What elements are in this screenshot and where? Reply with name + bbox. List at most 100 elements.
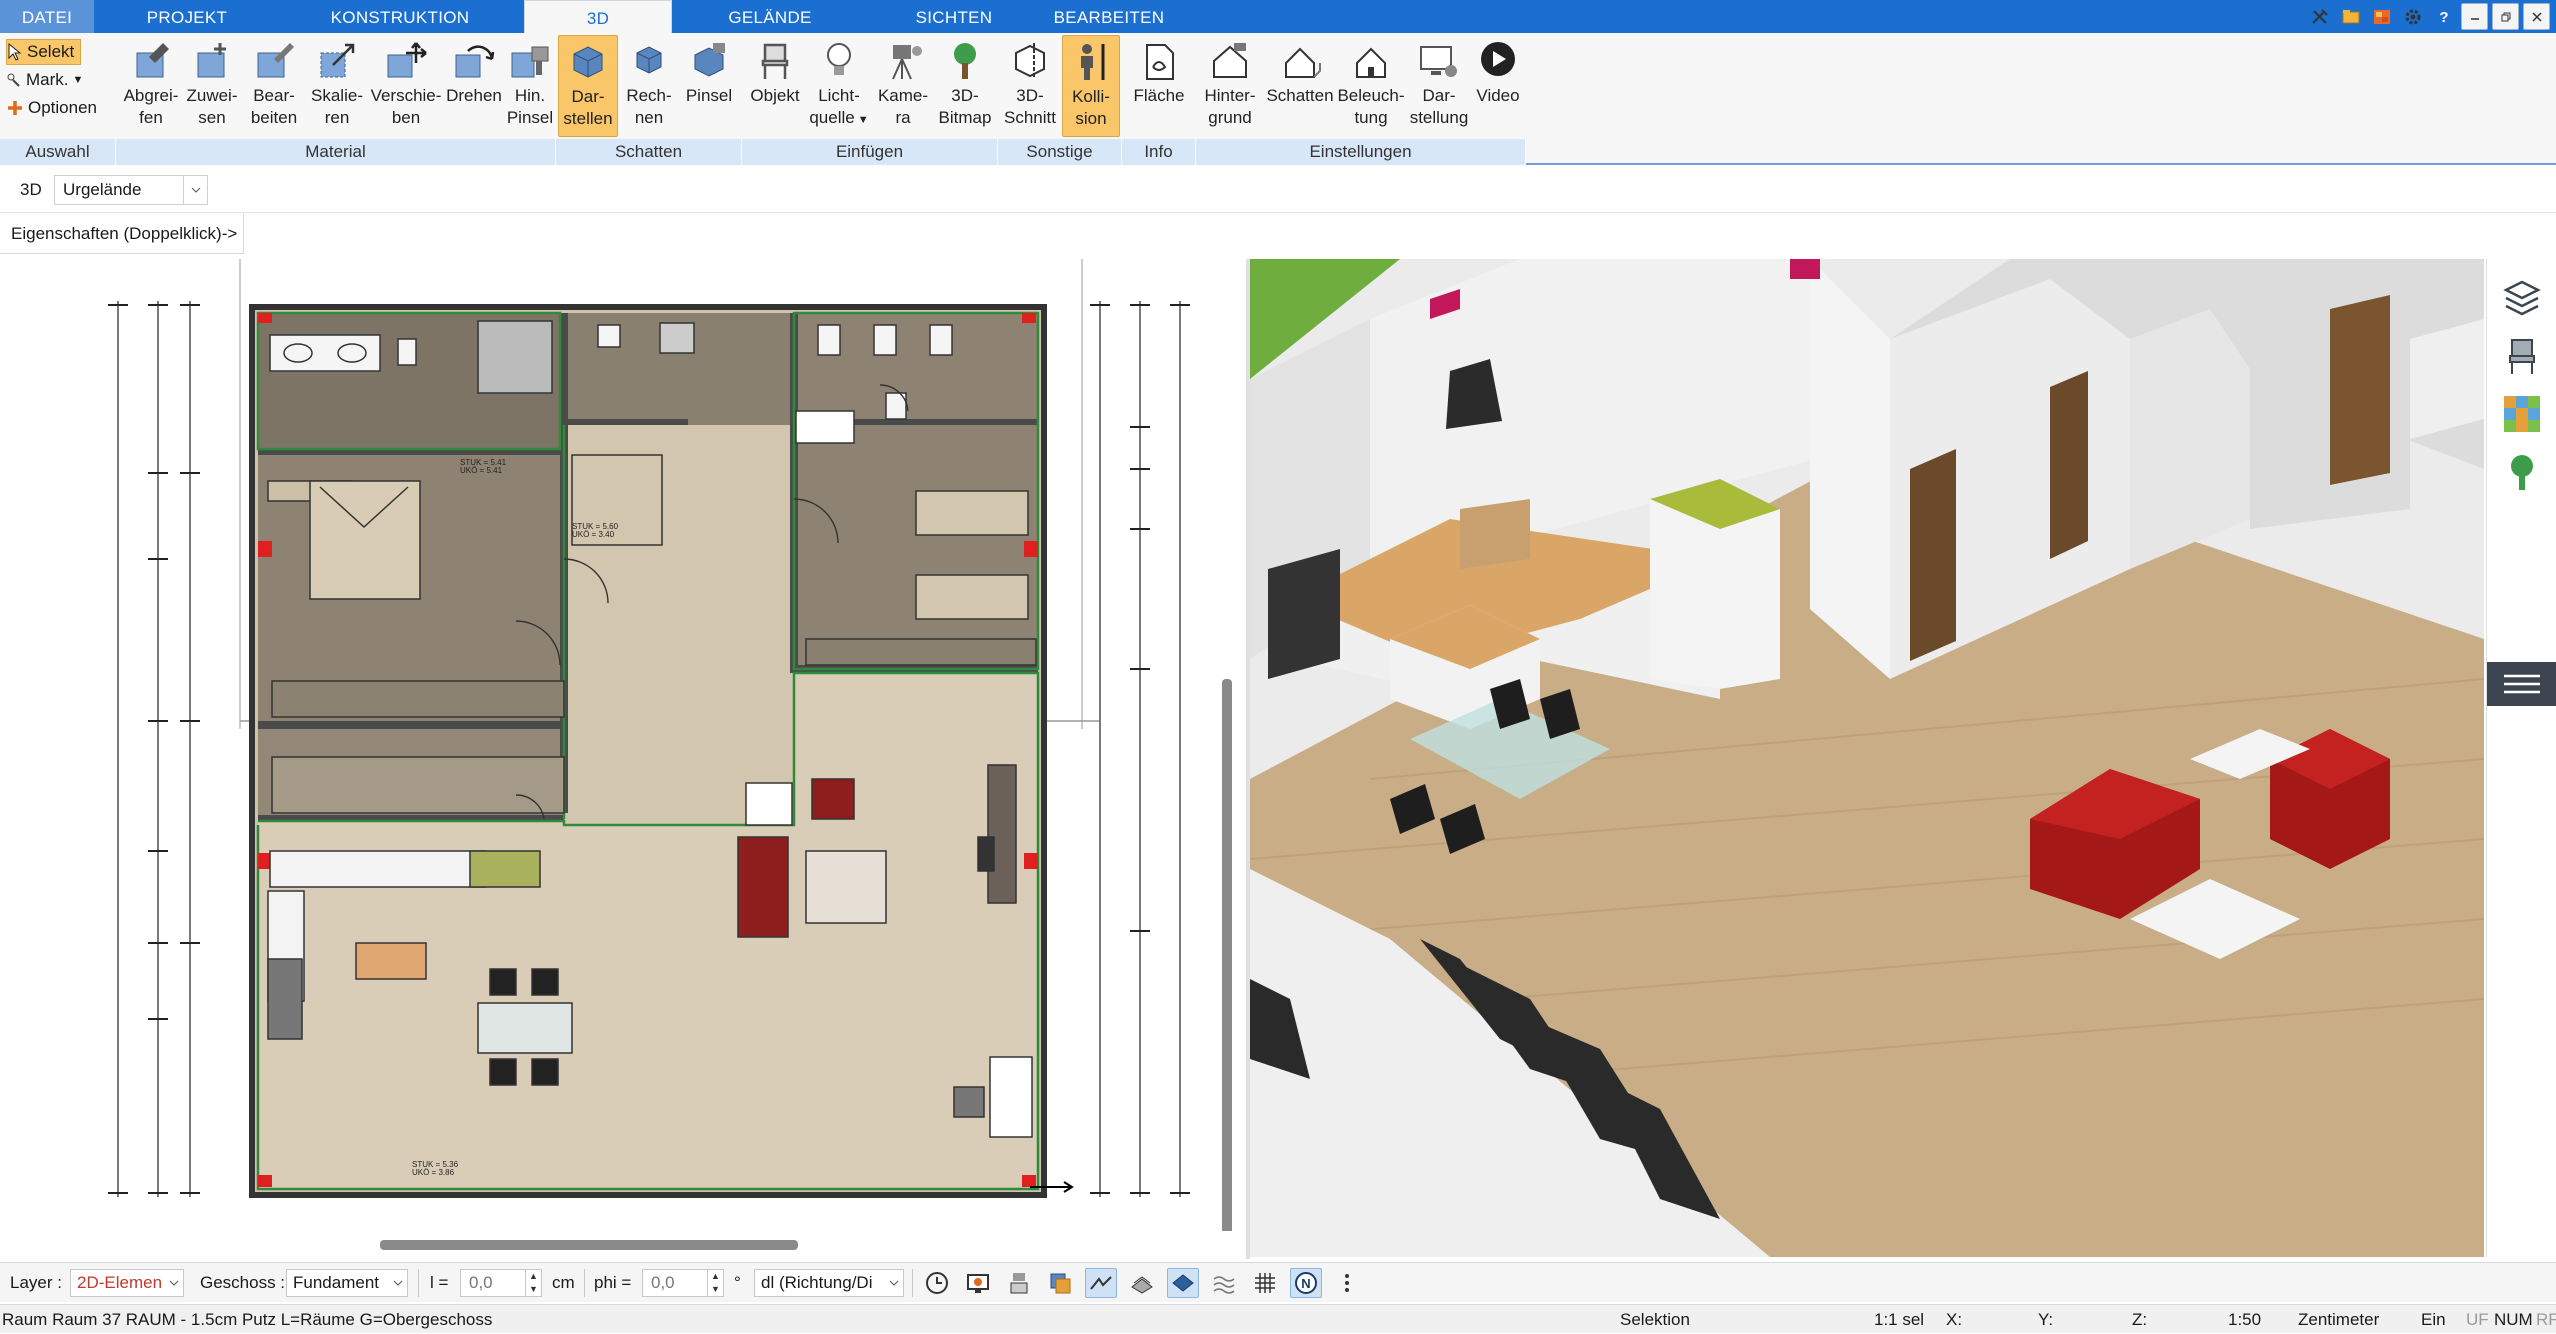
layer-stack-icon[interactable] (1044, 1268, 1076, 1298)
video-button[interactable]: Video (1472, 35, 1524, 137)
view-toolbar: 3D Urgelände (0, 167, 2556, 213)
status-z: Z: (2132, 1310, 2148, 1329)
length-input[interactable]: 0,0 ▲ ▼ (460, 1269, 542, 1297)
select-button[interactable]: Selekt (6, 39, 82, 65)
area-doc-icon (1146, 44, 1174, 80)
section-cube-icon (1015, 43, 1045, 79)
background-button[interactable]: Hinter- grund (1198, 35, 1262, 137)
folder-icon[interactable] (2337, 3, 2364, 30)
chevron-down-icon[interactable] (389, 1270, 407, 1296)
help-icon[interactable]: ? (2430, 3, 2457, 30)
mark-button[interactable]: Mark. ▼ (6, 67, 89, 93)
options-label: Optionen (28, 98, 97, 117)
hatch-icon[interactable] (1126, 1268, 1158, 1298)
eyedropper-icon (136, 43, 169, 78)
area-button[interactable]: Fläche (1126, 35, 1192, 137)
chevron-down-icon[interactable] (165, 1270, 183, 1296)
tab-projekt[interactable]: PROJEKT (118, 0, 256, 33)
move-material-button[interactable]: Verschie- ben (368, 35, 444, 137)
close-icon[interactable] (2523, 3, 2550, 30)
lighting-button[interactable]: Beleuch- tung (1336, 35, 1406, 137)
restore-icon[interactable] (2492, 3, 2519, 30)
tab-3d[interactable]: 3D (524, 0, 672, 34)
chevron-down-icon[interactable] (885, 1270, 903, 1296)
shadow-brush-button[interactable]: Pinsel (678, 35, 740, 137)
plants-icon[interactable] (2499, 449, 2545, 495)
shadow-settings-button[interactable]: Schatten (1264, 35, 1336, 137)
hint-brush-button[interactable]: Hin. Pinsel (504, 35, 556, 137)
edit-material-button[interactable]: Bear- beiten (242, 35, 306, 137)
angle-input[interactable]: 0,0 ▲ ▼ (642, 1269, 724, 1297)
layers-icon[interactable] (2499, 275, 2545, 321)
lightbulb-icon (827, 43, 851, 75)
settings-icon[interactable] (2399, 3, 2426, 30)
tab-gelaende[interactable]: GELÄNDE (700, 0, 840, 33)
floor-select[interactable]: Fundament (286, 1269, 408, 1297)
group-label-info: Info (1122, 139, 1196, 165)
floor-plan-2d[interactable]: STUK = 5.41 UKÖ = 5.41 STUK = 5.60 UKÖ =… (0, 259, 1240, 1231)
angle-spinner[interactable]: ▲ ▼ (707, 1270, 723, 1296)
hamburger-menu-icon[interactable] (2487, 662, 2556, 706)
pick-material-button[interactable]: Abgrei- fen (120, 35, 182, 137)
assign-material-button[interactable]: Zuwei- sen (182, 35, 242, 137)
materials-icon[interactable] (2499, 391, 2545, 437)
group-info: Fläche Info (1122, 33, 1196, 165)
scale-material-button[interactable]: Skalie- ren (306, 35, 368, 137)
properties-button[interactable]: Eigenschaften (Doppelklick)-> (0, 214, 244, 254)
edit-material-l1: Bear- (253, 86, 295, 105)
direction-select[interactable]: dl (Richtung/Di (754, 1269, 904, 1297)
display-settings-button[interactable]: Dar- stellung (1406, 35, 1472, 137)
separator (418, 1269, 419, 1297)
status-y: Y: (2038, 1310, 2054, 1329)
wave-icon[interactable] (1208, 1268, 1240, 1298)
minimize-icon[interactable] (2461, 3, 2488, 30)
plan-horizontal-scrollbar[interactable] (380, 1240, 798, 1250)
section-3d-l1: 3D- (1016, 86, 1044, 105)
layer-select[interactable]: 2D-Elemen (70, 1269, 184, 1297)
assign-material-l2: sen (198, 108, 226, 127)
chair-library-icon[interactable] (2499, 333, 2545, 379)
show-shadow-button[interactable]: Dar- stellen (558, 35, 618, 137)
tab-konstruktion[interactable]: KONSTRUKTION (316, 0, 484, 33)
options-button[interactable]: Optionen (6, 95, 103, 121)
terrain-select[interactable]: Urgelände (54, 175, 208, 205)
compute-shadow-button[interactable]: Rech- nen (620, 35, 678, 137)
plan-vertical-scrollbar[interactable] (1222, 679, 1232, 1231)
view-3d[interactable] (1250, 259, 2484, 1257)
length-unit: cm (552, 1273, 575, 1292)
house-shadow-icon (1285, 47, 1321, 78)
grid-icon[interactable] (1249, 1268, 1281, 1298)
tab-bearbeiten[interactable]: BEARBEITEN (1044, 0, 1174, 33)
ribbon: Selekt Mark. ▼ Optionen Auswahl Abgrei- … (0, 33, 2556, 165)
plane-view-icon[interactable] (1167, 1268, 1199, 1298)
palette-icon[interactable] (2368, 3, 2395, 30)
bitmap-3d-button[interactable]: 3D- Bitmap (934, 35, 996, 137)
rotate-material-button[interactable]: Drehen (444, 35, 504, 137)
length-value: 0,0 (469, 1273, 493, 1292)
snap-icon[interactable] (1003, 1268, 1035, 1298)
menu-bar: DATEI PROJEKT KONSTRUKTION 3D GELÄNDE SI… (0, 0, 2556, 34)
clock-icon[interactable] (921, 1268, 953, 1298)
show-shadow-l2: stellen (563, 109, 613, 128)
collision-button[interactable]: Kolli- sion (1062, 35, 1120, 137)
group-material: Abgrei- fen Zuwei- sen Bear- beiten Skal… (116, 33, 556, 165)
collision-l1: Kolli- (1072, 87, 1110, 106)
more-icon[interactable] (1331, 1268, 1363, 1298)
status-unit: Zentimeter (2298, 1310, 2380, 1329)
compute-cube-icon (636, 46, 662, 74)
insert-object-button[interactable]: Objekt (744, 35, 806, 137)
tab-datei[interactable]: DATEI (0, 0, 94, 33)
length-spinner[interactable]: ▲ ▼ (525, 1270, 541, 1296)
section-3d-button[interactable]: 3D- Schnitt (1000, 35, 1060, 137)
light-source-button[interactable]: Licht- quelle ▼ (806, 35, 872, 137)
chevron-down-icon[interactable] (183, 176, 207, 204)
north-icon[interactable]: N (1290, 1268, 1322, 1298)
line-mode-icon[interactable] (1085, 1268, 1117, 1298)
group-label-sonstige: Sonstige (998, 139, 1122, 165)
tab-sichten[interactable]: SICHTEN (886, 0, 1022, 33)
camera-button[interactable]: Kame- ra (872, 35, 934, 137)
area-l1: Fläche (1133, 86, 1185, 105)
tools-icon[interactable] (2306, 3, 2333, 30)
monitor-gear-icon (1420, 46, 1457, 77)
screen-view-icon[interactable] (962, 1268, 994, 1298)
